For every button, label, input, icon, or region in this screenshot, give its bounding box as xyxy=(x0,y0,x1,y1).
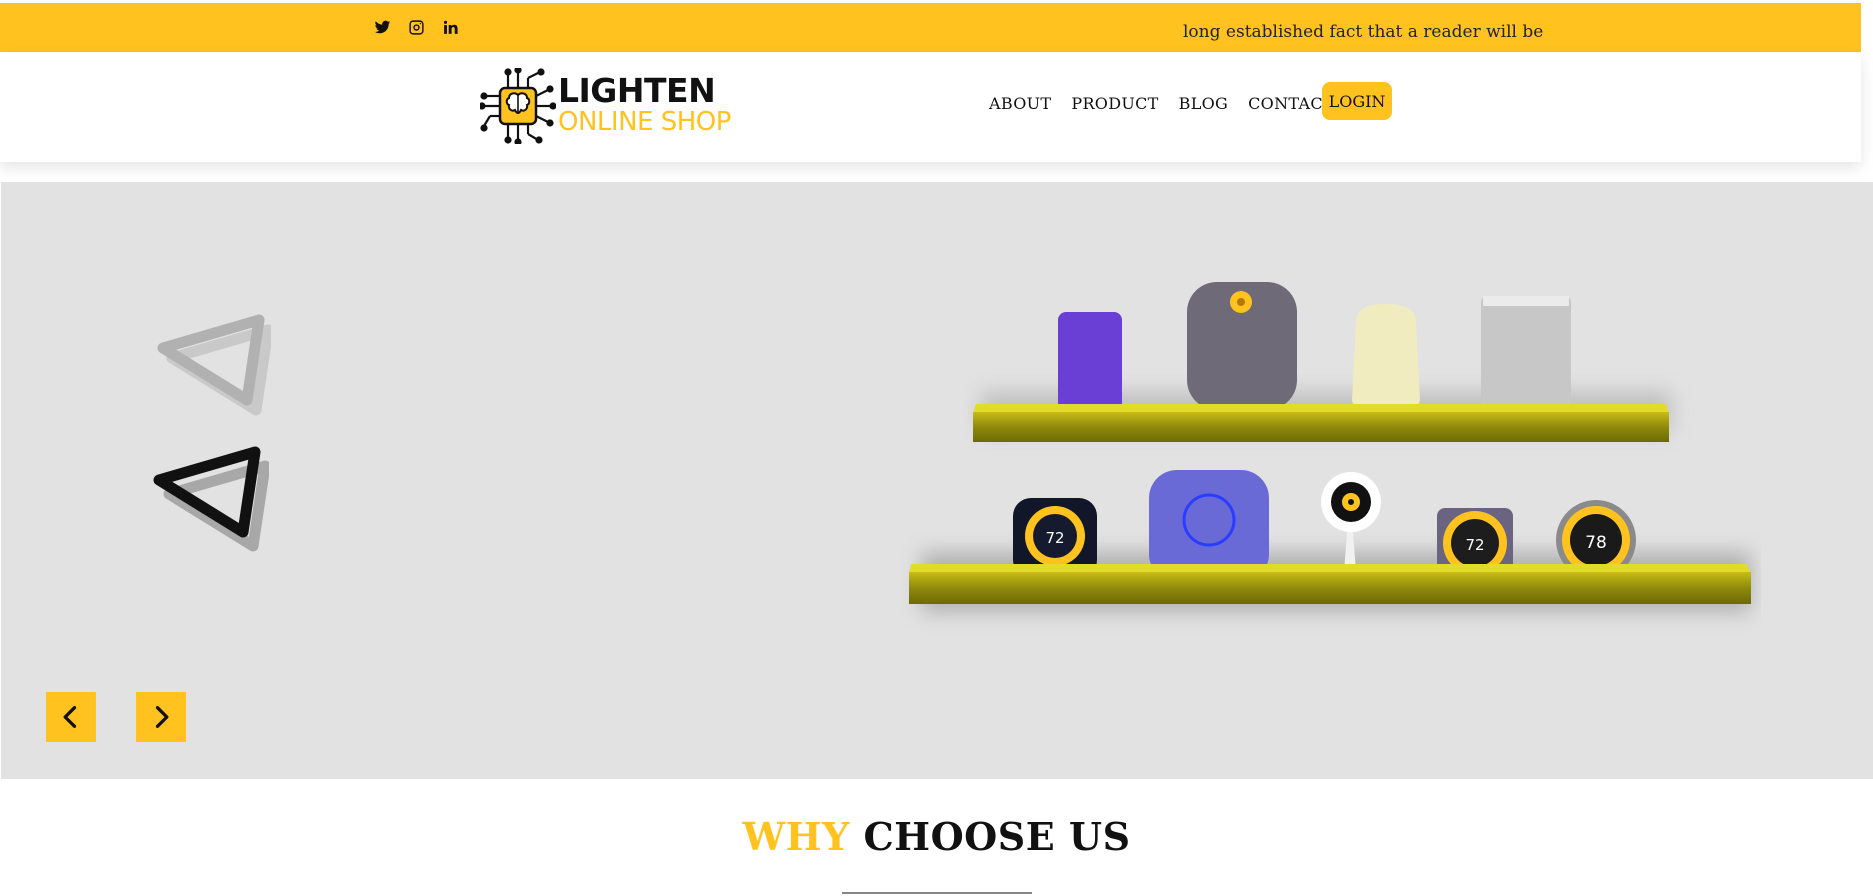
slider-prev-button[interactable] xyxy=(46,692,96,742)
main-nav: ABOUT PRODUCT BLOG CONTACT xyxy=(989,94,1334,113)
site-header: LIGHTEN ONLINE SHOP ABOUT PRODUCT BLOG C… xyxy=(0,52,1861,162)
login-button[interactable]: LOGIN xyxy=(1322,82,1392,120)
instagram-icon[interactable] xyxy=(408,19,425,36)
smart-devices-shelves-image: 72 72 78 xyxy=(909,282,1751,612)
hero-slider: 72 72 78 xyxy=(1,182,1873,779)
section-title: WHY CHOOSE US xyxy=(0,814,1873,859)
section-title-rest: CHOOSE US xyxy=(863,814,1131,859)
chevron-right-icon xyxy=(155,706,169,728)
nav-blog[interactable]: BLOG xyxy=(1179,94,1228,113)
social-links xyxy=(374,3,459,52)
chevron-left-icon xyxy=(63,706,77,728)
logo[interactable]: LIGHTEN ONLINE SHOP xyxy=(480,68,740,144)
ticker-text: long established fact that a reader will… xyxy=(1183,22,1544,42)
linkedin-icon[interactable] xyxy=(442,19,459,36)
thermostat-3-readout: 78 xyxy=(1585,533,1607,553)
section-divider xyxy=(842,892,1032,894)
section-title-accent: WHY xyxy=(742,814,850,859)
chip-brain-icon xyxy=(480,68,556,144)
top-bar: long established fact that a reader will… xyxy=(0,3,1861,52)
logo-line2: ONLINE SHOP xyxy=(558,107,731,137)
logo-text: LIGHTEN ONLINE SHOP xyxy=(558,74,731,135)
nav-about[interactable]: ABOUT xyxy=(989,94,1051,113)
nav-product[interactable]: PRODUCT xyxy=(1071,94,1158,113)
triangle-dark-icon xyxy=(153,446,269,552)
thermostat-1-readout: 72 xyxy=(1045,529,1064,547)
twitter-icon[interactable] xyxy=(374,19,391,36)
nav-contact[interactable]: CONTACT xyxy=(1248,94,1334,113)
slider-next-button[interactable] xyxy=(136,692,186,742)
thermostat-2-readout: 72 xyxy=(1465,536,1484,554)
triangle-light-icon xyxy=(157,314,271,416)
logo-line1: LIGHTEN xyxy=(558,71,716,110)
page: long established fact that a reader will… xyxy=(0,0,1873,896)
